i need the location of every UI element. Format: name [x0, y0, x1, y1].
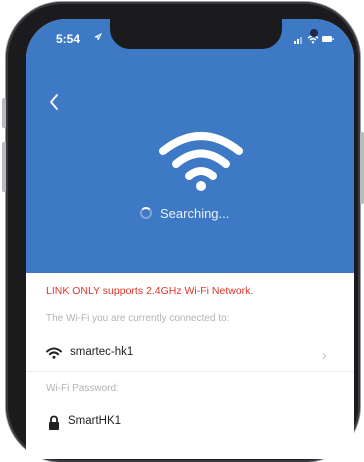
side-button — [2, 98, 6, 128]
password-label: Wi-Fi Password: — [46, 383, 119, 394]
wifi-status-icon — [307, 35, 319, 44]
searching-text: Searching... — [160, 205, 230, 221]
signal-icon — [294, 37, 302, 44]
warning-text: LINK ONLY supports 2.4GHz Wi-Fi Network. — [46, 285, 254, 297]
status-time: 5:54 — [56, 32, 81, 46]
app-screen: 5:54 Searching... LINK ONLY supports 2.4… — [26, 19, 354, 459]
searching-indicator: Searching... — [140, 203, 229, 223]
phone-notch — [110, 19, 318, 49]
chevron-right-icon: › — [322, 347, 327, 363]
password-row[interactable]: SmartHK1 — [26, 403, 354, 443]
camera-icon — [310, 29, 318, 37]
chevron-left-icon[interactable] — [48, 93, 60, 111]
header-panel: 5:54 Searching... — [26, 19, 354, 273]
side-button — [360, 132, 364, 204]
phone-frame: 5:54 Searching... LINK ONLY supports 2.4… — [2, 2, 364, 462]
network-row[interactable]: smartec-hk1 › — [26, 335, 354, 372]
connected-label: The Wi-Fi you are currently connected to… — [46, 313, 230, 324]
wifi-icon — [46, 347, 62, 359]
side-button — [2, 142, 6, 192]
location-icon — [94, 33, 102, 41]
network-name: smartec-hk1 — [70, 346, 134, 358]
wifi-icon — [159, 132, 243, 191]
battery-icon — [322, 36, 334, 42]
spinner-icon — [140, 207, 152, 219]
password-input[interactable]: SmartHK1 — [68, 415, 121, 427]
lock-icon — [49, 415, 59, 430]
